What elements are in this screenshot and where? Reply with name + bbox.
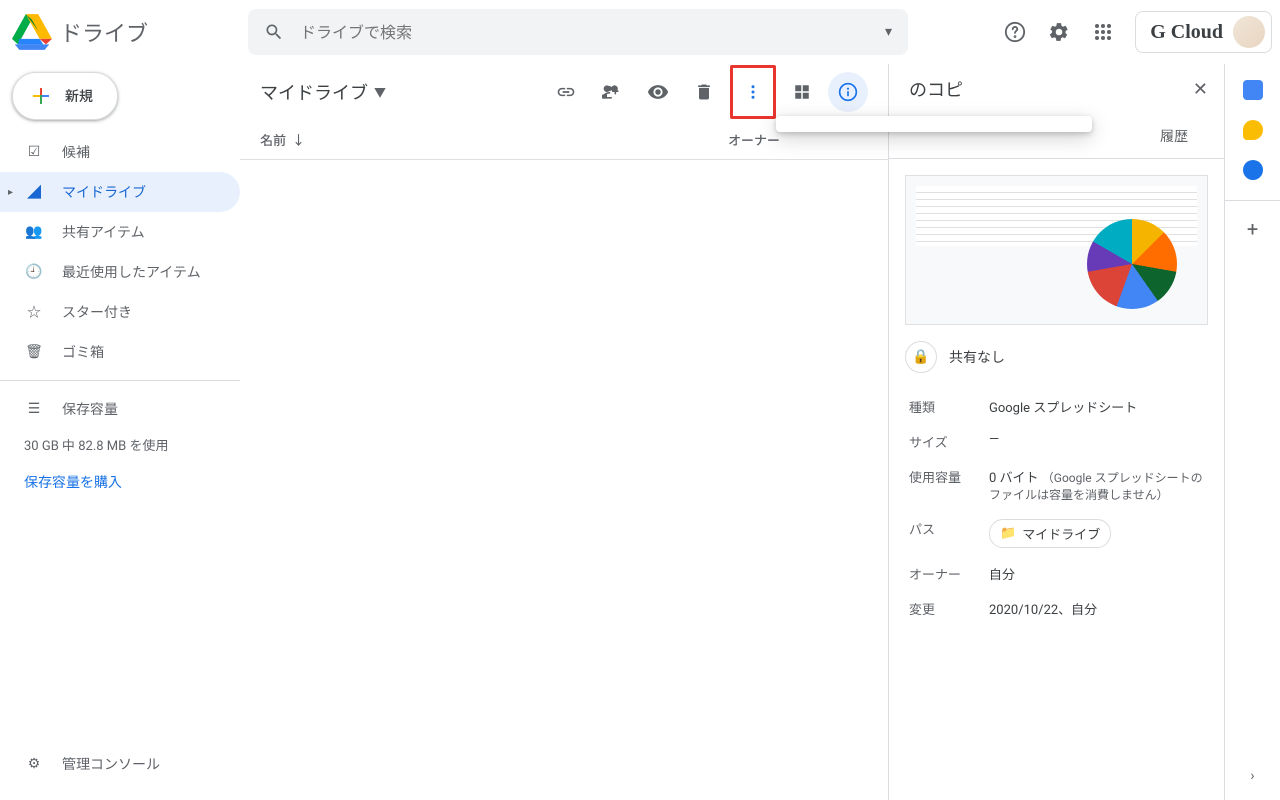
file-preview (905, 175, 1208, 325)
nav-icon: 🗑 (24, 344, 44, 360)
info-icon[interactable] (828, 72, 868, 112)
calendar-app-icon[interactable] (1243, 80, 1263, 100)
more-actions-highlight (730, 65, 776, 119)
drive-logo-icon (12, 12, 52, 52)
nav-icon: 🕘 (24, 264, 44, 280)
account-name: G Cloud (1150, 21, 1223, 44)
grid-view-icon[interactable] (782, 72, 822, 112)
sidebar-item-2[interactable]: 👥共有アイテム (0, 212, 240, 252)
preview-icon[interactable] (638, 72, 678, 112)
breadcrumb[interactable]: マイドライブ▼ (260, 79, 386, 105)
admin-console-link[interactable]: ⚙管理コンソール (0, 744, 240, 784)
get-link-icon[interactable] (546, 72, 586, 112)
settings-icon[interactable] (1039, 12, 1079, 52)
storage-icon: ☰ (24, 401, 44, 417)
close-icon[interactable]: ✕ (1193, 79, 1208, 100)
sidebar-item-5[interactable]: 🗑ゴミ箱 (0, 332, 240, 372)
header: ドライブ ▾ G Cloud (0, 0, 1280, 64)
storage-used: 30 GB 中 82.8 MB を使用 (0, 429, 240, 460)
lock-icon: 🔒 (905, 341, 937, 373)
sidebar: 新規 ☑候補◢マイドライブ👥共有アイテム🕘最近使用したアイテム☆スター付き🗑ゴミ… (0, 64, 240, 800)
apps-icon[interactable] (1083, 12, 1123, 52)
side-panel: + › (1224, 64, 1280, 800)
share-status: 🔒 共有なし (905, 341, 1208, 373)
help-icon[interactable] (995, 12, 1035, 52)
sidebar-item-1[interactable]: ◢マイドライブ (0, 172, 240, 212)
trash-icon[interactable] (684, 72, 724, 112)
file-metadata: 種類Google スプレッドシート サイズ— 使用容量0 バイト （Google… (889, 389, 1224, 626)
sort-arrow-icon: ↓ (292, 130, 305, 149)
context-menu (776, 116, 1092, 132)
nav-icon: ☆ (24, 302, 44, 322)
search-icon[interactable] (256, 14, 292, 50)
more-actions-icon[interactable] (733, 72, 773, 112)
details-title: のコピ (909, 76, 1181, 102)
chevron-down-icon: ▼ (374, 84, 386, 101)
buy-storage-link[interactable]: 保存容量を購入 (0, 460, 240, 504)
account-switcher[interactable]: G Cloud (1135, 11, 1272, 53)
search-bar[interactable]: ▾ (248, 9, 908, 55)
search-options-icon[interactable]: ▾ (885, 24, 892, 40)
new-button[interactable]: 新規 (12, 72, 118, 120)
avatar (1233, 16, 1265, 48)
tab-history[interactable]: 履歴 (1140, 114, 1208, 158)
file-listing: マイドライブ▼ 名前 ↓ オーナー (240, 64, 888, 800)
app-logo[interactable]: ドライブ (12, 12, 248, 52)
column-owner[interactable]: オーナー (728, 130, 868, 149)
app-name: ドライブ (60, 16, 148, 48)
tasks-app-icon[interactable] (1243, 160, 1263, 180)
add-app-icon[interactable]: + (1225, 200, 1280, 241)
sidebar-item-0[interactable]: ☑候補 (0, 132, 240, 172)
toolbar (546, 65, 868, 119)
sidebar-storage[interactable]: ☰保存容量 (0, 389, 240, 429)
search-input[interactable] (292, 23, 885, 42)
sidebar-item-3[interactable]: 🕘最近使用したアイテム (0, 252, 240, 292)
share-icon[interactable] (592, 72, 632, 112)
gear-icon: ⚙ (24, 756, 44, 772)
nav-icon: 👥 (24, 224, 44, 240)
collapse-panel-icon[interactable]: › (1250, 768, 1254, 784)
location-chip[interactable]: 📁 マイドライブ (989, 519, 1111, 548)
column-name[interactable]: 名前 ↓ (260, 130, 728, 149)
nav-icon: ◢ (24, 182, 44, 202)
plus-icon (29, 84, 53, 108)
keep-app-icon[interactable] (1243, 120, 1263, 140)
details-panel: のコピ ✕ 履歴 🔒 共有なし 種類Google スプレッドシート サイズ— 使… (888, 64, 1224, 800)
sidebar-item-4[interactable]: ☆スター付き (0, 292, 240, 332)
nav-icon: ☑ (24, 144, 44, 160)
